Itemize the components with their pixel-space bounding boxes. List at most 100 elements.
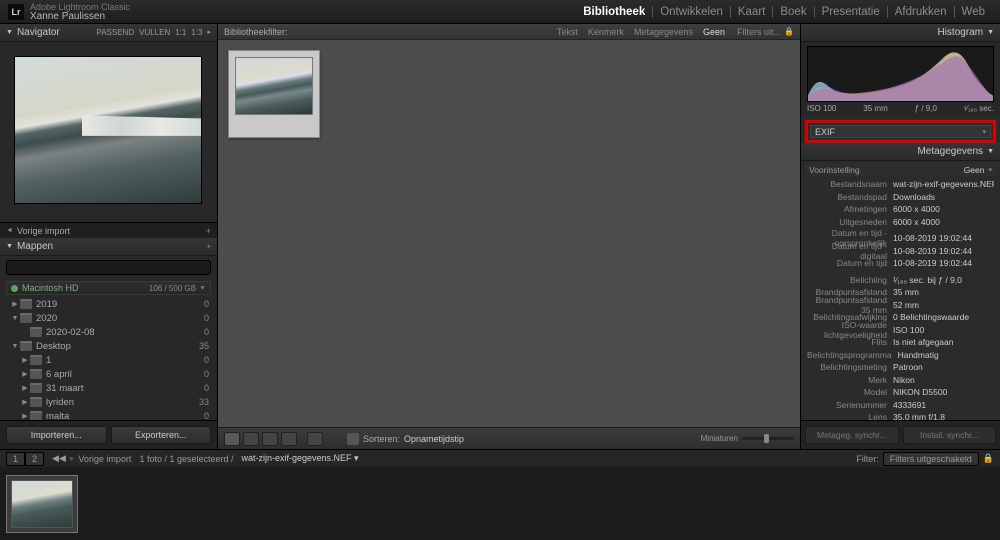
disclosure-icon[interactable]: ▶ — [20, 398, 30, 406]
folder-filter-input[interactable] — [6, 260, 211, 275]
thumbnail-size-slider[interactable] — [742, 437, 794, 440]
go-back-icon[interactable]: ◀◀ — [52, 453, 66, 464]
sort-value[interactable]: Opnametijdstip — [404, 434, 464, 444]
disclosure-icon[interactable]: ▼ — [10, 315, 20, 322]
module-ontwikkelen[interactable]: Ontwikkelen — [653, 6, 731, 18]
folder-row[interactable]: ▶malta0 — [0, 409, 217, 420]
metadata-value[interactable]: 52 mm — [893, 300, 994, 310]
filter-tab-metagegevens[interactable]: Metagegevens — [634, 27, 693, 37]
metadata-row: BelichtingsmetingPatroon — [801, 361, 1000, 374]
folder-row[interactable]: ▼20200 — [0, 311, 217, 325]
disclosure-icon[interactable]: ▶ — [20, 370, 30, 378]
grid-view[interactable] — [218, 40, 800, 427]
folder-name: 1 — [46, 355, 51, 366]
volume-row[interactable]: Macintosh HD 106 / 500 GB ▼ — [6, 281, 211, 295]
disclosure-icon[interactable]: ▼ — [10, 343, 20, 350]
folder-name: 2020 — [36, 313, 57, 324]
volume-name: Macintosh HD — [22, 283, 79, 293]
export-button[interactable]: Exporteren... — [111, 426, 212, 444]
metadata-value[interactable]: 6000 x 4000 — [893, 204, 994, 214]
lock-icon[interactable]: 🔒 — [983, 453, 994, 464]
metadata-value[interactable]: ¹⁄₁₆₀ sec. bij ƒ / 9,0 — [893, 275, 994, 285]
metadata-value[interactable]: 0 Belichtingswaarde — [893, 312, 994, 322]
metadata-value[interactable]: Downloads — [893, 192, 994, 202]
folder-icon — [30, 355, 42, 365]
folder-row[interactable]: ▶10 — [0, 353, 217, 367]
metadata-value[interactable]: 10-08-2019 19:02:44 — [893, 233, 994, 243]
disclosure-icon[interactable]: ▶ — [20, 412, 30, 420]
navigator-header[interactable]: ▼ Navigator PASSEND VULLEN 1:1 1:3 ▸ — [0, 24, 217, 42]
histo-aperture: ƒ / 9,0 — [915, 104, 937, 113]
metadata-value[interactable]: 35.0 mm f/1.8 — [893, 412, 994, 420]
metadata-value[interactable]: 35 mm — [893, 287, 994, 297]
filter-dropdown[interactable]: Filters uitgeschakeld — [883, 452, 979, 466]
breadcrumb-file[interactable]: wat-zijn-exif-gegevens.NEF ▾ — [242, 453, 359, 464]
module-afdrukken[interactable]: Afdrukken — [888, 6, 955, 18]
folder-row[interactable]: ▼Desktop35 — [0, 339, 217, 353]
loupe-view-button[interactable] — [243, 432, 259, 446]
filter-tab-kenmerk[interactable]: Kenmerk — [588, 27, 624, 37]
import-button[interactable]: Importeren... — [6, 426, 107, 444]
disclosure-icon[interactable]: ▶ — [20, 384, 30, 392]
metadata-value[interactable]: Handmatig — [898, 350, 994, 360]
folder-row[interactable]: ▶20190 — [0, 297, 217, 311]
disclosure-icon[interactable]: ▶ — [20, 356, 30, 364]
navigator-preview[interactable] — [14, 56, 202, 204]
filmstrip-cell[interactable] — [6, 475, 78, 533]
metadata-value[interactable]: 10-08-2019 19:02:44 — [893, 246, 994, 256]
histogram-chart[interactable] — [807, 46, 994, 102]
nav-fit-1-1[interactable]: 1:1 — [175, 28, 186, 37]
folder-row[interactable]: 2020-02-080 — [0, 325, 217, 339]
chevron-icon[interactable]: ▸ — [207, 28, 211, 37]
secondary-window-button[interactable]: 2 — [25, 452, 44, 466]
module-boek[interactable]: Boek — [773, 6, 814, 18]
nav-fit-passend[interactable]: PASSEND — [96, 28, 134, 37]
filters-off-dropdown[interactable]: Filters uit... 🔒 — [737, 27, 794, 37]
folder-row[interactable]: ▶31 maart0 — [0, 381, 217, 395]
plus-icon[interactable]: + — [206, 226, 211, 236]
metadata-value[interactable]: 10-08-2019 19:02:44 — [893, 258, 994, 268]
metadata-value[interactable]: wat-zijn-exif-gegevens.NEF — [893, 179, 994, 189]
histogram-body: ISO 100 35 mm ƒ / 9,0 ¹⁄₁₆₀ sec. — [801, 42, 1000, 118]
metadata-value[interactable]: Nikon — [893, 375, 994, 385]
folder-row[interactable]: ▶6 april0 — [0, 367, 217, 381]
filmstrip[interactable] — [0, 467, 1000, 540]
plus-icon[interactable]: + — [206, 242, 211, 251]
survey-view-button[interactable] — [281, 432, 297, 446]
breadcrumb-source[interactable]: Vorige import — [78, 454, 131, 464]
grid-cell[interactable] — [228, 50, 320, 138]
module-web[interactable]: Web — [955, 6, 992, 18]
disclosure-icon[interactable]: ▶ — [10, 300, 20, 308]
metadata-set-dropdown[interactable]: EXIF ▾ — [810, 125, 991, 138]
metadata-value[interactable]: NIKON D5500 — [893, 387, 994, 397]
module-bibliotheek[interactable]: Bibliotheek — [576, 6, 653, 18]
metadata-header[interactable]: Metagegevens ▼ — [801, 143, 1000, 161]
metadata-value[interactable]: 4333691 — [893, 400, 994, 410]
folder-name: lyriden — [46, 397, 74, 408]
metadata-value[interactable]: 6000 x 4000 — [893, 217, 994, 227]
filter-tab-geen[interactable]: Geen — [703, 27, 725, 37]
nav-fit-1-3[interactable]: 1:3 — [191, 28, 202, 37]
folder-row[interactable]: ▶lyriden33 — [0, 395, 217, 409]
previous-import-row[interactable]: Vorige import + — [0, 222, 217, 238]
filter-tab-tekst[interactable]: Tekst — [557, 27, 578, 37]
metadata-key: Belichtingsprogramma — [807, 350, 898, 360]
grid-view-button[interactable] — [224, 432, 240, 446]
lock-icon[interactable]: 🔒 — [784, 27, 794, 36]
metadata-value[interactable]: ISO 100 — [893, 325, 994, 335]
module-kaart[interactable]: Kaart — [731, 6, 774, 18]
compare-view-button[interactable] — [262, 432, 278, 446]
primary-window-button[interactable]: 1 — [6, 452, 25, 466]
metadata-value[interactable]: Is niet afgegaan — [893, 337, 994, 347]
sync-metadata-button[interactable]: Metageg. synchr... — [805, 426, 899, 444]
module-presentatie[interactable]: Presentatie — [815, 6, 888, 18]
folders-header[interactable]: ▼ Mappen + — [0, 238, 217, 256]
sync-settings-button[interactable]: Install. synchr... — [903, 426, 997, 444]
histogram-header[interactable]: Histogram ▼ — [801, 24, 1000, 42]
metadata-preset-row[interactable]: Voorinstelling Geen ▾ — [805, 163, 996, 176]
metadata-value[interactable]: Patroon — [893, 362, 994, 372]
chevron-down-icon[interactable]: ▼ — [199, 285, 206, 292]
painter-tool-button[interactable] — [307, 432, 323, 446]
sort-direction-icon[interactable] — [347, 433, 359, 445]
nav-fit-vullen[interactable]: VULLEN — [139, 28, 170, 37]
